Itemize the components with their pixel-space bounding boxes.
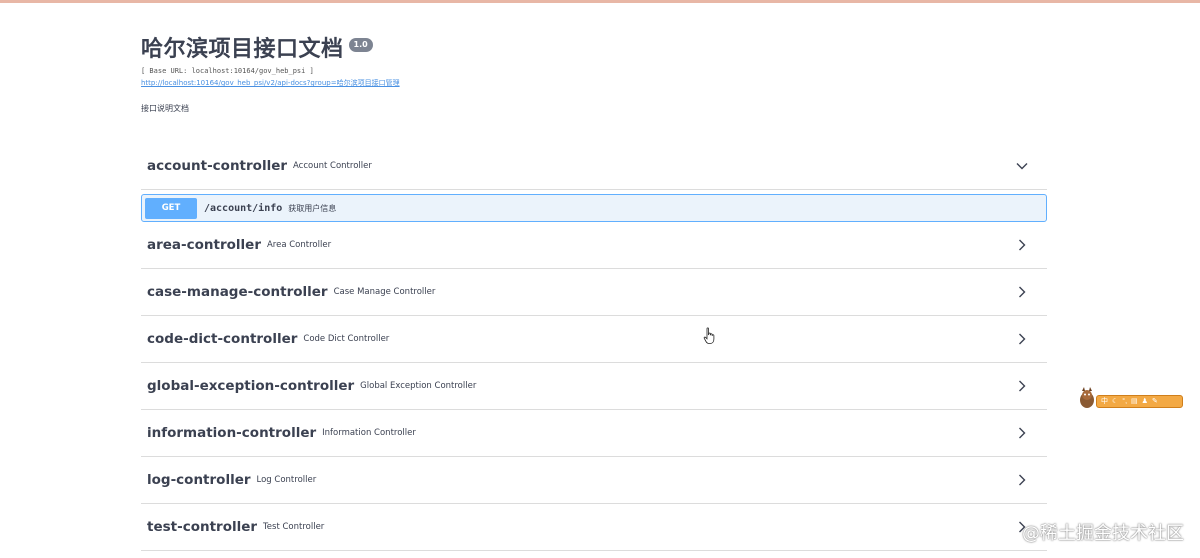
top-accent-line <box>0 0 1200 3</box>
chevron-right-icon[interactable] <box>1015 238 1029 252</box>
controller-section-account-controller[interactable]: account-controller Account Controller <box>141 143 1047 190</box>
hand-pointer-icon <box>703 327 715 344</box>
controller-name[interactable]: area-controller <box>147 237 261 253</box>
moon-icon[interactable]: ☾ <box>1112 396 1118 407</box>
toolbar-strip[interactable]: 中 ☾ °, ▤ ♟ ✎ <box>1096 395 1183 408</box>
controller-section-area-controller[interactable]: area-controller Area Controller <box>141 222 1047 269</box>
controller-section-log-controller[interactable]: log-controller Log Controller <box>141 457 1047 504</box>
controller-description: Log Controller <box>256 475 317 485</box>
api-description: 接口说明文档 <box>141 104 189 113</box>
controller-name[interactable]: test-controller <box>147 519 257 535</box>
api-docs-link[interactable]: http://localhost:10164/gov_heb_psi/v2/ap… <box>141 78 400 88</box>
controller-description: Test Controller <box>263 522 325 532</box>
operation-block[interactable]: GET/account/info 获取用户信息 <box>141 194 1047 222</box>
controller-name[interactable]: global-exception-controller <box>147 378 354 394</box>
controller-name[interactable]: code-dict-controller <box>147 331 297 347</box>
input-language-label[interactable]: 中 <box>1101 396 1108 407</box>
page-title: 哈尔滨项目接口文档 <box>141 37 344 62</box>
mascot-icon <box>1080 387 1094 408</box>
controller-description: Case Manage Controller <box>333 287 436 297</box>
controller-name[interactable]: log-controller <box>147 472 251 488</box>
controller-name[interactable]: case-manage-controller <box>147 284 328 300</box>
controller-description: Account Controller <box>293 161 372 171</box>
controller-section-information-controller[interactable]: information-controller Information Contro… <box>141 410 1047 457</box>
controller-section-code-dict-controller[interactable]: code-dict-controller Code Dict Controller <box>141 316 1047 363</box>
version-badge: 1.0 <box>348 38 373 52</box>
chevron-right-icon[interactable] <box>1015 473 1029 487</box>
controller-description: Global Exception Controller <box>360 381 477 391</box>
controller-list: account-controller Account Controller GET /… <box>141 143 1047 551</box>
keyboard-icon[interactable]: ▤ <box>1131 396 1138 407</box>
operation-path[interactable]: /account/info <box>204 203 282 214</box>
input-method-toolbar[interactable]: 中 ☾ °, ▤ ♟ ✎ <box>1076 386 1184 410</box>
chevron-right-icon[interactable] <box>1015 379 1029 393</box>
base-url: [ Base URL: localhost:10164/gov_heb_psi … <box>141 67 314 75</box>
chevron-right-icon[interactable] <box>1015 285 1029 299</box>
user-icon[interactable]: ♟ <box>1142 396 1148 407</box>
punctuation-icon[interactable]: °, <box>1122 396 1127 407</box>
controller-section-case-manage-controller[interactable]: case-manage-controller Case Manage Contro… <box>141 269 1047 316</box>
controller-description: Code Dict Controller <box>303 334 390 344</box>
chevron-right-icon[interactable] <box>1015 426 1029 440</box>
watermark: @稀土掘金技术社区 <box>1022 523 1184 544</box>
wrench-icon[interactable]: ✎ <box>1152 396 1158 407</box>
operation-summary: 获取用户信息 <box>288 203 337 213</box>
controller-name[interactable]: account-controller <box>147 158 287 174</box>
chevron-down-icon[interactable] <box>1015 159 1029 173</box>
api-title-block: 哈尔滨项目接口文档 1.0 <box>141 36 373 66</box>
http-method-badge: GET <box>145 197 197 219</box>
controller-description: Area Controller <box>266 240 332 250</box>
controller-description: Information Controller <box>322 428 416 438</box>
controller-name[interactable]: information-controller <box>147 425 316 441</box>
controller-section-test-controller[interactable]: test-controller Test Controller <box>141 504 1047 551</box>
chevron-right-icon[interactable] <box>1015 332 1029 346</box>
controller-section-global-exception-controller[interactable]: global-exception-controller Global Except… <box>141 363 1047 410</box>
